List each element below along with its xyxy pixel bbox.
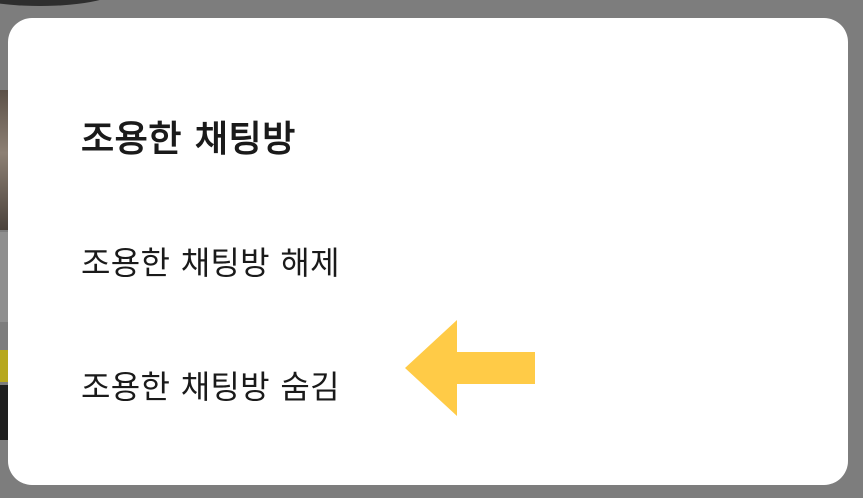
menu-item-hide-quiet-chatroom[interactable]: 조용한 채팅방 숨김 [81,362,340,408]
menu-item-unset-quiet-chatroom[interactable]: 조용한 채팅방 해제 [81,238,340,284]
left-arrow-icon [405,320,535,416]
background-app-header [0,0,120,6]
arrow-shape [405,320,535,416]
dialog-title: 조용한 채팅방 [81,119,296,160]
